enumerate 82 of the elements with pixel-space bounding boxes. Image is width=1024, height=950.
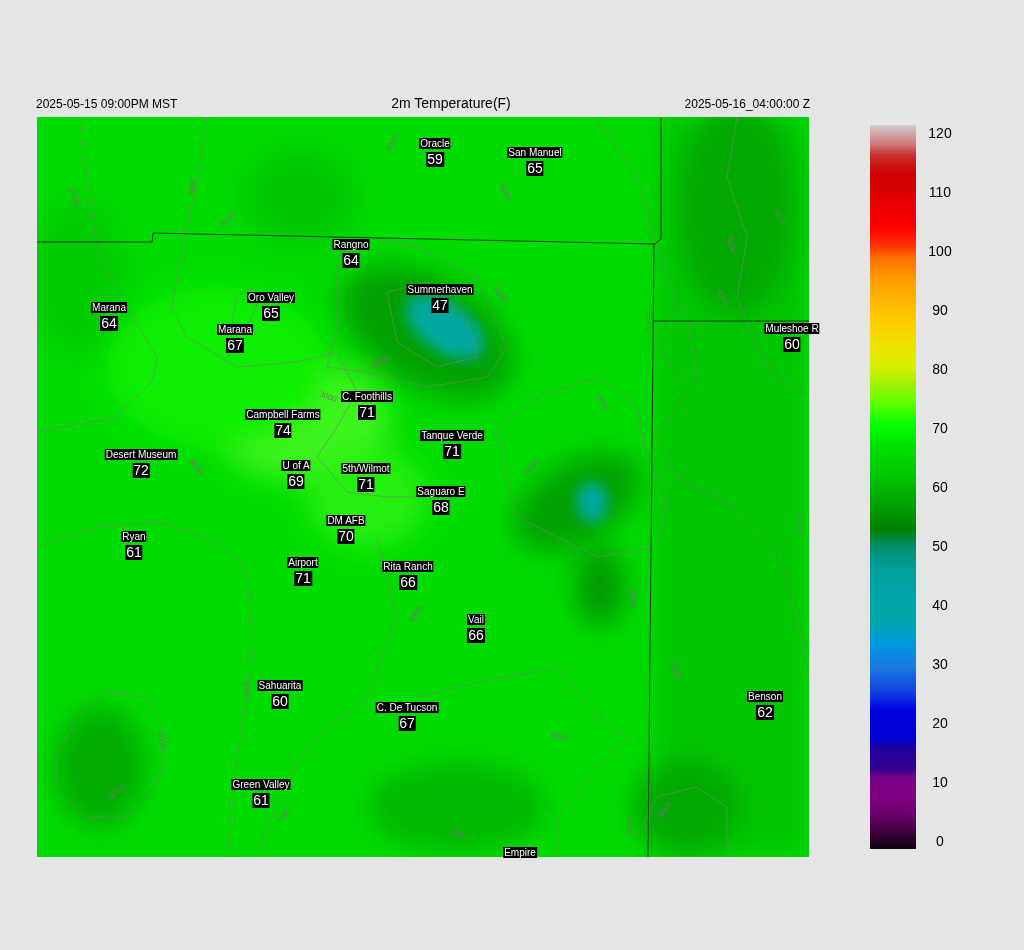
scale-tick-label: 40 [931,597,949,613]
station-name: Campbell Farms [245,409,321,420]
contour-label: 4000 [497,181,513,202]
temperature-value: 60 [783,337,801,352]
temperature-value: 71 [294,571,312,586]
valid-time-utc: 2025-05-16_04:00:00 Z [684,97,810,111]
contour-label: 5000 [448,826,469,843]
temperature-value: 69 [287,474,305,489]
contour-label: 6000 [370,353,391,370]
station-name: Saguaro E [416,486,466,497]
temperature-value: 74 [274,423,292,438]
scale-tick-label: 20 [931,715,949,731]
scale-tick-label: 60 [931,479,949,495]
scale-tick-label: 110 [927,184,953,200]
station-name: 5th/Wilmot [341,463,391,474]
temperature-value: 71 [358,405,376,420]
scale-tick-label: 30 [931,656,949,672]
contour-label: 4000 [155,730,168,750]
scale-tick-label: 0 [935,833,945,849]
station-name: Desert Museum [104,449,178,460]
contour-label: 4000 [714,287,731,308]
contour-label: 3000 [187,178,198,198]
temperature-value: 67 [226,338,244,353]
station-name: Empire [503,847,537,858]
station-name: Marana [91,302,127,313]
contour-label: 5000 [724,235,739,255]
station-name: Ryan [121,531,147,542]
station-name: Oro Valley [247,292,295,303]
station-name: Green Valley [231,779,291,790]
contour-label: 4000 [550,729,570,744]
temperature-value: 66 [399,575,417,590]
station-name: U of A [281,460,311,471]
contour-label: 5000 [625,816,635,834]
station-name: Tanque Verde [420,430,484,441]
temperature-value: 71 [443,444,461,459]
station-name: Airport [287,557,319,568]
station-name: C. Foothills [341,391,393,402]
contour-label: 2000 [68,187,81,207]
temperature-value: 65 [526,161,544,176]
station-name: San Manuel [507,147,563,158]
station-name: Summerhaven [406,284,474,295]
temperature-value: 71 [357,477,375,492]
valid-time-local: 2025-05-15 09:00PM MST [36,97,178,111]
contour-label: 5000 [627,589,637,607]
scale-tick-label: 100 [927,243,953,259]
station-name: Sahuarita [257,680,303,691]
station-name: Vail [467,614,485,625]
contour-label: 3000 [318,389,339,404]
temperature-value: 72 [132,463,150,478]
temperature-value: 60 [271,694,289,709]
temperature-value: 68 [432,500,450,515]
temperature-value: 64 [100,316,118,331]
temperature-value: 67 [398,716,416,731]
temperature-value: 66 [467,628,485,643]
temperature-value: 61 [125,545,143,560]
scale-tick-label: 120 [927,125,953,141]
contour-label: 6000 [772,207,789,228]
station-name: Benson [747,691,783,702]
station-name: C. De Tucson [375,702,439,713]
temperature-value: 70 [337,529,355,544]
contour-label: 3000 [644,313,654,331]
contour-label: 3000 [240,680,253,700]
station-name: Rangno [332,239,370,250]
contour-label: 4000 [667,659,684,680]
station-name: Oracle [419,138,451,149]
scale-tick-label: 10 [931,774,949,790]
station-name: Rita Ranch [382,561,434,572]
scale-tick-label: 70 [931,420,949,436]
scale-tick-label: 90 [931,302,949,318]
temperature-value: 61 [252,793,270,808]
temperature-value: 64 [342,253,360,268]
contour-label: 4000 [795,514,805,532]
chart-title: 2m Temperature(F) [391,95,511,111]
temperature-value: 65 [262,306,280,321]
station-name: DM AFB [326,515,366,526]
scale-tick-label: 80 [931,361,949,377]
station-name: Muleshoe R [764,323,820,334]
temperature-value: 62 [756,705,774,720]
temperature-value: 47 [431,298,449,313]
temperature-value: 59 [426,152,444,167]
scale-tick-label: 50 [931,538,949,554]
station-name: Marana [217,324,253,335]
